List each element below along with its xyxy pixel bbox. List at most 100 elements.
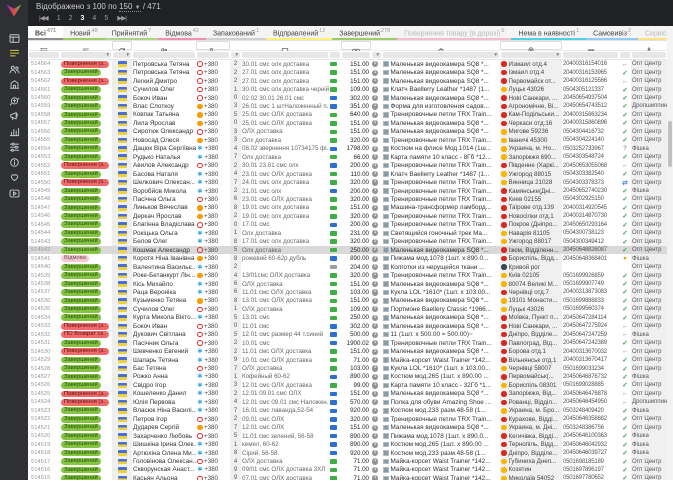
sidebar-item-info[interactable] (3, 156, 25, 172)
table-row[interactable]: 514526 Завершений Свідро Ігор ∗ +380 3 12.01 с… (28, 381, 673, 390)
table-row[interactable]: 514521 Завершений Дударев Сергій +380 7 12.01… (28, 423, 673, 432)
tab-Запакований[interactable]: Запакований1 (205, 26, 267, 40)
table-row[interactable]: 514534 Завершений Курта Микола Вікто... ∗ +3… (28, 313, 673, 323)
page-button-3[interactable]: 3 (77, 15, 89, 22)
table-row[interactable]: 514522 Завершений Петров Ігор +380 2 09.01 см… (28, 415, 673, 424)
page-button-2[interactable]: 2 (65, 15, 77, 22)
table-row[interactable]: 514532 ПО Возврат ск.. Дукович Світлана +38… (28, 330, 673, 339)
filter-product[interactable]: ▼ (383, 52, 499, 58)
column-header-items[interactable] (371, 41, 382, 50)
table-row[interactable]: 514539 Завершений Роке-Бетанкурт Лін... +38… (28, 271, 673, 280)
page-button-4[interactable]: 4 (88, 15, 100, 22)
column-header-phone[interactable] (196, 41, 230, 54)
table-row[interactable]: 514516 Завершений Скворунская Анаст... ∗ +38… (28, 465, 673, 475)
table-row[interactable]: 514548 Завершений Пасічна Ольга +380 6 23.01 … (28, 195, 673, 204)
column-header-product[interactable] (382, 41, 500, 54)
table-row[interactable]: 514520 Завершений Захарченко Любовь +380 5 11… (28, 431, 673, 441)
filter-items[interactable]: ▼ (372, 52, 381, 58)
page-button-1[interactable]: 1 (53, 15, 65, 22)
table-row[interactable]: 514537 Завершений Раца Вероніка ∗ +380 6 11.01… (28, 288, 673, 297)
table-row[interactable]: 514528 Завершений Бас Тетяна +380 7 ОЛХ доста… (28, 364, 673, 373)
filter-messages[interactable]: ▼ (231, 52, 240, 58)
sidebar-item-finance[interactable] (3, 94, 25, 110)
column-header-customer[interactable] (132, 41, 196, 54)
tab-Завершений[interactable]: Завершений278 (332, 26, 398, 40)
tab-Відмова[interactable]: Відмова42 (158, 26, 206, 40)
table-row[interactable]: 514546 Завершений Деркач Ярослав +380 2 19.01… (28, 212, 673, 221)
per-page-dropdown[interactable]: 150 ▼ (119, 2, 141, 12)
column-header-amount[interactable] (341, 41, 371, 53)
table-row[interactable]: 514559 Завершений Влас Слоткоу +380 3 26.01 с… (28, 102, 673, 111)
vertical-scrollbar[interactable] (667, 26, 673, 480)
table-row[interactable]: 514558 Завершений Ковпак Татьяна +380 5 25.01… (28, 110, 673, 120)
table-row[interactable]: 514533 Повернення (з.. Бокоч Иван +380 0 11.0… (28, 322, 673, 331)
table-row[interactable]: 514519 Завершений Шишкіна Ірина Олек... ∗ +3… (28, 440, 673, 449)
table-row[interactable]: 514557 Завершений Лила Ярослав +380 0 25.01 с… (28, 119, 673, 128)
table-row[interactable]: 514550 Повернення (з.. Шелкович Олексан...… (28, 178, 673, 187)
table-row[interactable]: 514554 Завершений Дацюк Віра Сергіївна ∗ +38… (28, 144, 673, 153)
table-row[interactable]: 514523 Завершений Власюк Ніна Василі... ∗ +3… (28, 406, 673, 416)
column-header-comment[interactable] (241, 41, 329, 54)
table-row[interactable]: 514547 Завершений Линьков Вячеслав +380 8 19.… (28, 203, 673, 213)
table-row[interactable]: 514531 Завершений Пасічник Ольга +380 2 10.01… (28, 338, 673, 348)
table-row[interactable]: 514545 Завершений Благінна Владіслава +380 0… (28, 220, 673, 230)
column-header-id[interactable] (28, 41, 60, 54)
sidebar-item-support[interactable] (3, 172, 25, 188)
table-row[interactable]: 514543 Завершений Белов Олег ∗ +380 8 17.01 см… (28, 237, 673, 246)
table-row[interactable]: 514551 Завершений Басова Наталя ∗ +380 4 23.01… (28, 169, 673, 179)
tab-Новий[interactable]: Новий48 (63, 26, 105, 40)
column-header-payment[interactable] (329, 41, 341, 50)
table-row[interactable]: 514530 Повернення (з.. Шевченко Евгений ∗ +3… (28, 347, 673, 356)
table-row[interactable]: 514563 Завершений Петровська Тетяна +380 2 27… (28, 68, 673, 77)
sidebar-item-orders[interactable] (3, 48, 25, 64)
table-row[interactable]: 514525 Повернення (з.. Кошеленко Данил ∗ +38… (28, 389, 673, 399)
sidebar-item-tutorials[interactable] (3, 187, 25, 203)
table-row[interactable]: 514544 Завершений Рокіцька Ольга ∗ +380 1 Олх … (28, 229, 673, 238)
filter-customer[interactable] (133, 52, 195, 58)
scrollbar-thumb[interactable] (668, 121, 672, 167)
sidebar-item-clients[interactable] (3, 63, 25, 79)
table-row[interactable]: 514529 Завершений Шапарь Тетяна ∗ +380 9 10.01… (28, 355, 673, 365)
sidebar-item-statistics[interactable] (3, 125, 25, 141)
sidebar-item-company[interactable] (3, 79, 25, 95)
column-header-source[interactable] (631, 41, 667, 54)
table-row[interactable]: 514549 Завершений Воробйов Микола ∗ +380 2 21.… (28, 186, 673, 196)
filter-city[interactable]: ▼ (501, 52, 561, 58)
filter-comment[interactable] (242, 52, 328, 58)
column-header-track[interactable] (619, 41, 631, 50)
table-row[interactable]: 514538 Завершений Кісь Михайло ∗ +380 6 ОЛХ до… (28, 279, 673, 289)
app-logo-icon[interactable] (5, 3, 23, 23)
table-row[interactable]: 514515 Завершений Касьян Альона +380 9 07.01 … (28, 474, 673, 480)
tab-Прийнятий[interactable]: Прийнятий7 (104, 26, 159, 40)
tab-Відправлений[interactable]: Відправлений12 (266, 26, 333, 40)
filter-phone[interactable] (197, 52, 229, 58)
table-row[interactable]: 514552 Повернення (з.. Авилов Александр +38… (28, 161, 673, 170)
last-page-button[interactable]: ▶▶| (114, 13, 129, 24)
tab-Нема в наявності[interactable]: Нема в наявності1 (511, 26, 587, 40)
table-row[interactable]: 514556 Завершений Сиротюк Олександр +380 3 ОЛ… (28, 127, 673, 137)
column-header-city[interactable] (500, 41, 562, 54)
tab-Самовивіз[interactable]: Самовивіз2 (586, 26, 638, 40)
table-row[interactable]: 514540 Завершений Валентина Васильє... ∗ +38… (28, 262, 673, 272)
column-header-ttn[interactable] (562, 41, 619, 53)
sidebar-item-marketing[interactable] (3, 110, 25, 126)
table-row[interactable]: 514518 Завершений Артюхіна Олена Ми... ∗ +38… (28, 448, 673, 458)
table-row[interactable]: 514542 Завершений Кошмак Александр +380 5 Олх… (28, 245, 673, 255)
table-row[interactable]: 514535 Завершений Сучилов Олег +380 1 ОЛХ дос… (28, 305, 673, 314)
table-row[interactable]: 514524 Повернення (з.. Юлія Первова ∗ +380 4 1… (28, 398, 673, 407)
filter-status[interactable]: ▼ (61, 52, 111, 58)
sidebar-item-dashboard[interactable] (3, 32, 25, 48)
table-row[interactable]: 514527 Завершений Рожко Анна ∗ +380 1 Кофейный… (28, 372, 673, 382)
filter-payment[interactable] (330, 52, 340, 58)
page-button-5[interactable]: 5 (100, 15, 112, 22)
table-row[interactable]: 514562 Повернення (з.. Легкий Дмитро +380 2 2… (28, 76, 673, 86)
filter-source[interactable] (632, 52, 666, 58)
filter-track[interactable] (620, 52, 630, 58)
filter-id[interactable] (29, 52, 59, 58)
table-row[interactable]: 514553 Завершений Рудько Наталья ∗ +380 7 Олх … (28, 152, 673, 162)
sidebar-item-settings[interactable] (3, 141, 25, 157)
table-row[interactable]: 514536 Завершений Кузьменко Тетяна +380 8 13.… (28, 296, 673, 306)
table-row[interactable]: 514541 Відмова Коротя Ніна Іванівна +380 8 ро… (28, 254, 673, 263)
filter-country[interactable]: ▼ (113, 52, 131, 58)
column-header-status[interactable] (60, 41, 112, 53)
